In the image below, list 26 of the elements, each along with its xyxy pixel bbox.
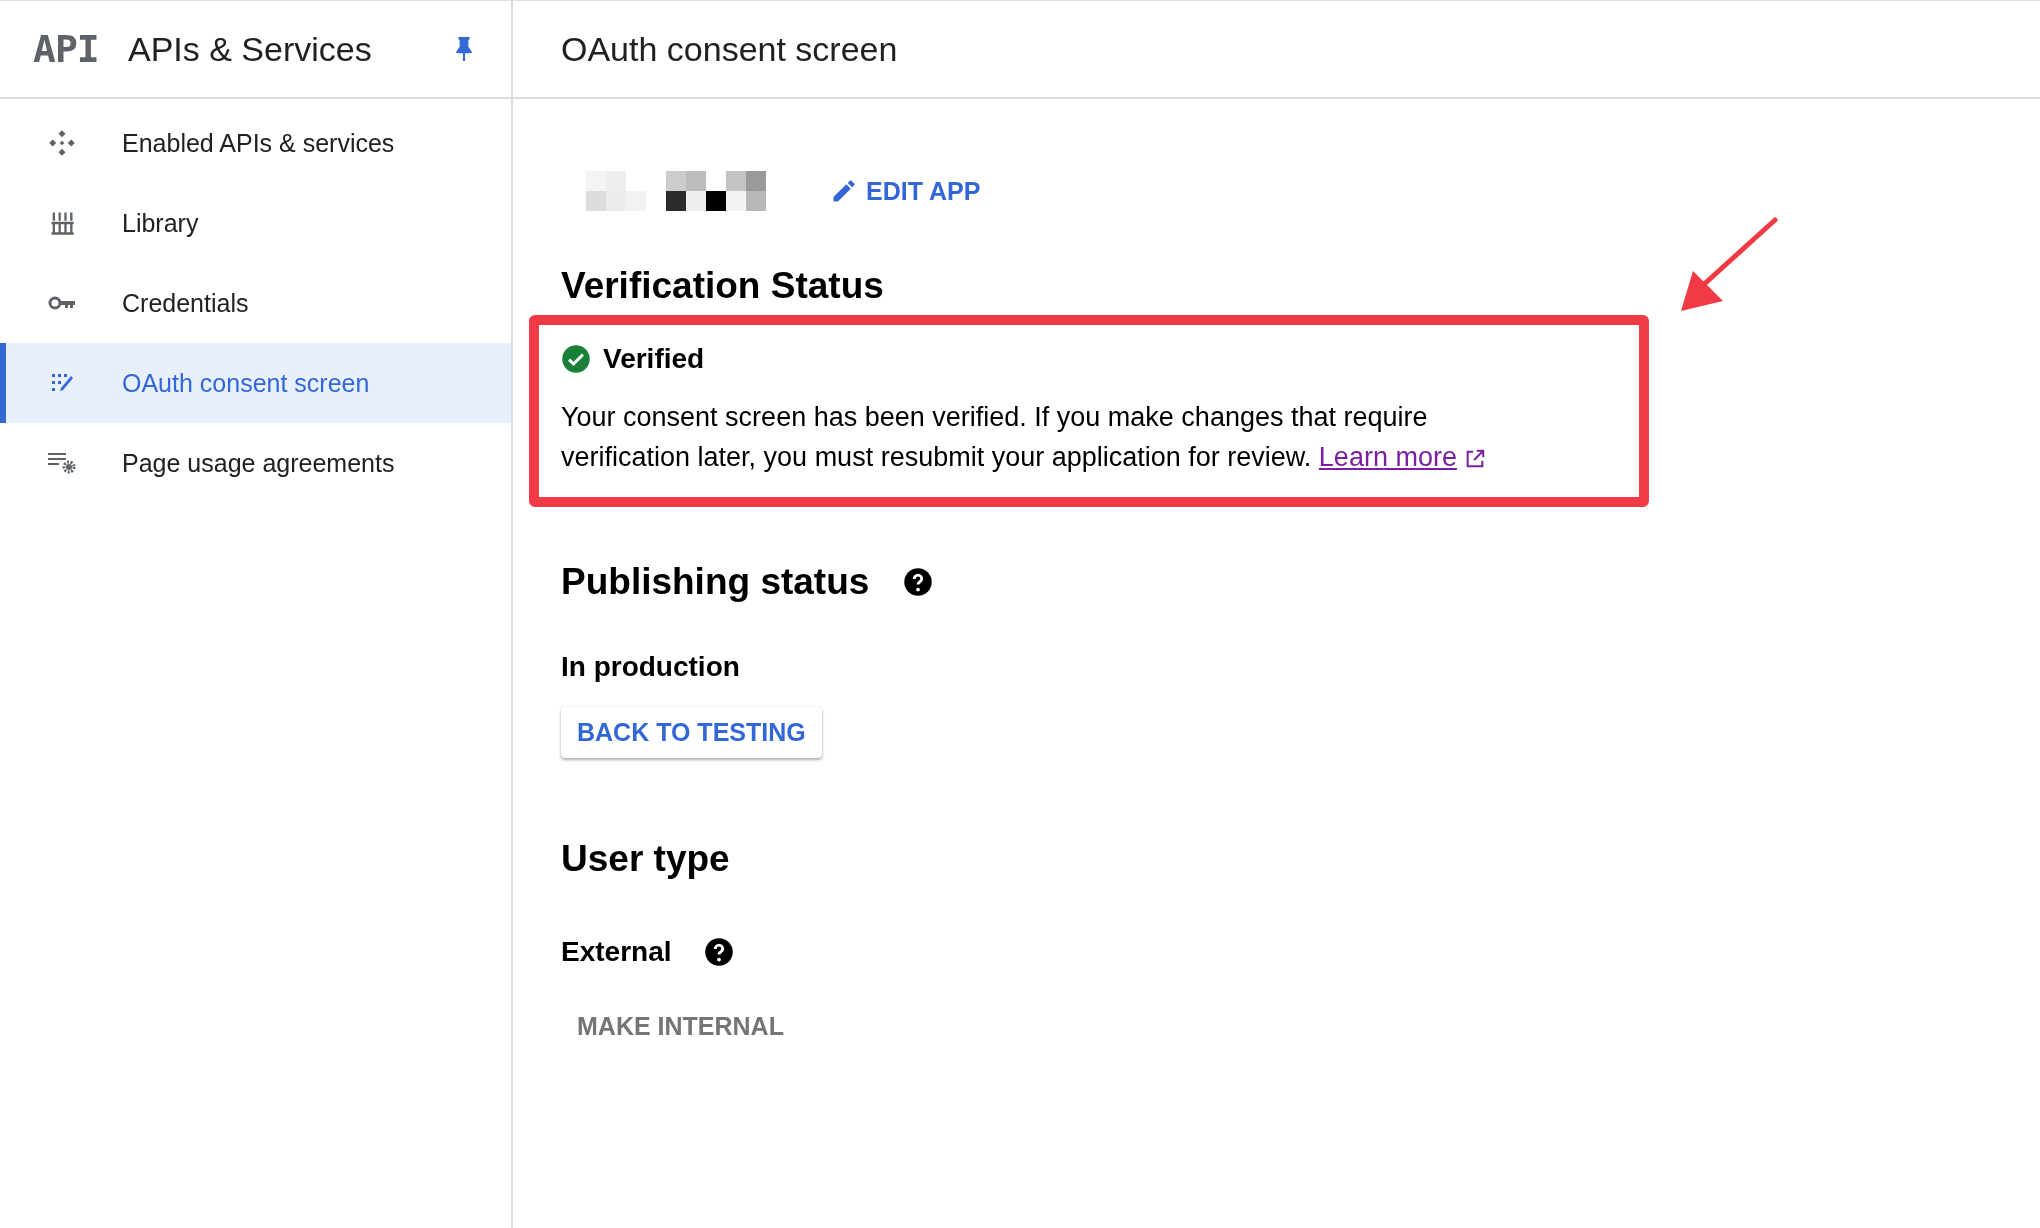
api-logo: API <box>33 27 100 71</box>
section-heading: Publishing status <box>561 561 870 603</box>
section-heading: Verification Status <box>561 265 885 307</box>
nav-item[interactable]: Page usage agreements <box>0 423 511 503</box>
diamond-grid-icon <box>47 129 77 157</box>
help-icon[interactable] <box>903 567 934 597</box>
section-heading: User type <box>561 838 731 880</box>
pin-icon[interactable] <box>455 36 473 62</box>
verification-message: Your consent screen has been verified. If you make changes that require verification later, you must resubmit your application for review. Learn more <box>561 397 1561 477</box>
status-label: In production <box>561 651 741 683</box>
list-gear-icon <box>47 451 77 475</box>
learn-more-link[interactable]: Learn more <box>1318 442 1457 472</box>
user-type-value: External <box>561 936 672 968</box>
back-to-testing-button[interactable]: BACK TO TESTING <box>561 707 822 758</box>
key-icon <box>47 295 77 311</box>
nav-item[interactable]: OAuth consent screen <box>0 343 511 423</box>
page-title: OAuth consent screen <box>561 29 898 69</box>
product-title: APIs & Services <box>128 29 373 69</box>
make-internal-button[interactable]: MAKE INTERNAL <box>561 1004 800 1049</box>
nav-item[interactable]: Credentials <box>0 263 511 343</box>
external-link-icon[interactable] <box>1464 447 1487 470</box>
status-label: Verified <box>603 343 705 375</box>
edit-app-button[interactable]: EDIT APP <box>826 172 985 210</box>
help-icon[interactable] <box>703 937 734 967</box>
nav-item[interactable]: Enabled APIs & services <box>0 103 511 183</box>
nav-item[interactable]: Library <box>0 183 511 263</box>
